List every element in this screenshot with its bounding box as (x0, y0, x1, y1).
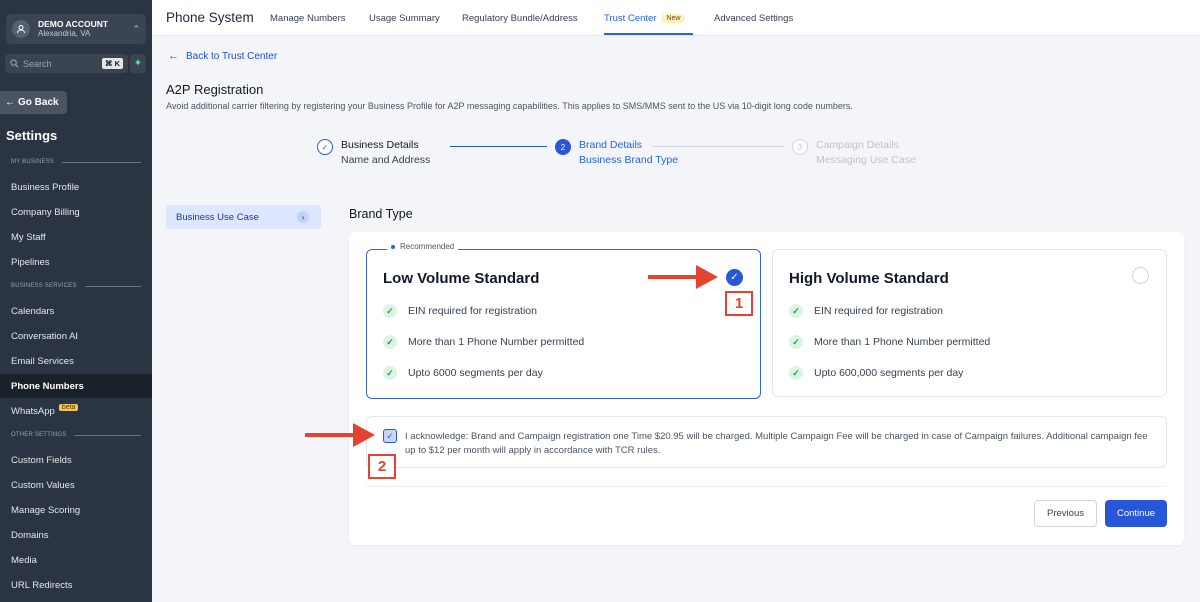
step-desc: Name and Address (341, 154, 431, 166)
feature-item: ✓ EIN required for registration (383, 304, 537, 318)
annotation-label-2: 2 (368, 454, 396, 479)
recommended-badge: Recommended (387, 242, 459, 251)
chevron-updown-icon: ⌃ (132, 23, 140, 34)
sidebar-item-conversation-ai[interactable]: Conversation AI (0, 324, 152, 348)
tab-trust-center[interactable]: Trust Center New (604, 13, 686, 24)
tab-manage-numbers[interactable]: Manage Numbers (270, 13, 346, 24)
back-to-trust-center-link[interactable]: ← Back to Trust Center (168, 50, 277, 62)
high-volume-standard-card[interactable]: High Volume Standard ✓ EIN required for r… (772, 249, 1167, 397)
check-icon: ✓ (383, 304, 397, 318)
section-header-business-services: BUSINESS SERVICES (11, 283, 141, 289)
acknowledge-box: ✓ I acknowledge: Brand and Campaign regi… (366, 416, 1167, 468)
step-title: Business Details (341, 139, 419, 151)
acknowledge-checkbox[interactable]: ✓ (383, 429, 397, 443)
sidebar-item-custom-values[interactable]: Custom Values (0, 473, 152, 497)
check-icon: ✓ (789, 304, 803, 318)
business-use-case-label: Business Use Case (176, 211, 259, 223)
step-business-details: ✓ Business Details Name and Address (317, 138, 430, 168)
tab-advanced-settings[interactable]: Advanced Settings (714, 13, 793, 24)
selected-radio-check-icon[interactable]: ✓ (726, 269, 743, 286)
sidebar-item-manage-scoring[interactable]: Manage Scoring (0, 498, 152, 522)
check-icon: ✓ (789, 335, 803, 349)
divider (366, 486, 1167, 487)
account-name: DEMO ACCOUNT (38, 19, 109, 29)
unselected-radio[interactable] (1132, 267, 1149, 284)
feature-item: ✓ Upto 6000 segments per day (383, 366, 543, 380)
tab-regulatory-bundle[interactable]: Regulatory Bundle/Address (462, 13, 578, 24)
tab-trust-center-label: Trust Center (604, 13, 657, 24)
arrow-left-icon: ← (5, 97, 15, 108)
step-campaign-details: 3 Campaign Details Messaging Use Case (792, 138, 916, 168)
section-header-my-business: MY BUSINESS (11, 159, 141, 165)
go-back-button[interactable]: ← Go Back (0, 91, 67, 114)
feature-item: ✓ More than 1 Phone Number permitted (383, 335, 584, 349)
arrow-left-icon: ← (168, 50, 179, 62)
back-link-label: Back to Trust Center (186, 50, 278, 62)
step-desc: Messaging Use Case (816, 154, 916, 166)
card-title: Low Volume Standard (383, 270, 540, 287)
sidebar: DEMO ACCOUNT Alexandria, VA ⌃ Search ⌘ K… (0, 0, 152, 602)
check-icon: ✓ (789, 366, 803, 380)
sidebar-item-email-services[interactable]: Email Services (0, 349, 152, 373)
new-badge: New (661, 14, 686, 23)
check-icon: ✓ (383, 335, 397, 349)
active-tab-indicator (604, 33, 693, 35)
step-brand-details: 2 Brand Details Business Brand Type (555, 138, 678, 168)
annotation-arrow-right-icon (648, 265, 718, 289)
previous-button[interactable]: Previous (1034, 500, 1097, 527)
sidebar-item-domains[interactable]: Domains (0, 523, 152, 547)
settings-title: Settings (6, 128, 58, 143)
acknowledge-text: I acknowledge: Brand and Campaign regist… (405, 431, 1148, 456)
beta-badge: beta (58, 403, 79, 411)
search-shortcut: ⌘ K (102, 58, 123, 69)
chevron-right-icon: › (297, 211, 309, 223)
step-number: 2 (555, 139, 571, 155)
card-title: High Volume Standard (789, 270, 949, 287)
step-title: Campaign Details (816, 139, 899, 151)
sidebar-item-business-profile[interactable]: Business Profile (0, 175, 152, 199)
feature-item: ✓ More than 1 Phone Number permitted (789, 335, 990, 349)
continue-button[interactable]: Continue (1105, 500, 1167, 527)
top-bar: Phone System Manage Numbers Usage Summar… (152, 0, 1200, 36)
account-switcher[interactable]: DEMO ACCOUNT Alexandria, VA ⌃ (6, 14, 146, 44)
tab-usage-summary[interactable]: Usage Summary (369, 13, 440, 24)
step-number: 3 (792, 139, 808, 155)
sidebar-item-url-redirects[interactable]: URL Redirects (0, 573, 152, 597)
check-icon: ✓ (383, 366, 397, 380)
page-subtitle: Avoid additional carrier filtering by re… (166, 101, 853, 111)
search-input[interactable]: Search ⌘ K (5, 54, 128, 73)
account-icon (12, 20, 30, 38)
step-connector (450, 146, 547, 147)
step-connector (653, 146, 785, 147)
sidebar-item-my-staff[interactable]: My Staff (0, 225, 152, 249)
brand-type-heading: Brand Type (349, 207, 413, 221)
check-icon: ✓ (317, 139, 333, 155)
sidebar-item-media[interactable]: Media (0, 548, 152, 572)
app-title: Phone System (166, 10, 254, 25)
sidebar-item-custom-fields[interactable]: Custom Fields (0, 448, 152, 472)
annotation-label-1: 1 (725, 291, 753, 316)
feature-item: ✓ EIN required for registration (789, 304, 943, 318)
go-back-label: Go Back (18, 97, 59, 108)
sidebar-item-whatsapp[interactable]: WhatsApp beta (0, 399, 152, 423)
account-location: Alexandria, VA (38, 29, 91, 38)
sidebar-item-phone-numbers[interactable]: Phone Numbers (0, 374, 152, 398)
business-use-case-tab[interactable]: Business Use Case › (166, 205, 321, 229)
sidebar-item-company-billing[interactable]: Company Billing (0, 200, 152, 224)
sidebar-item-calendars[interactable]: Calendars (0, 299, 152, 323)
section-header-other-settings: OTHER SETTINGS (11, 432, 141, 438)
search-placeholder: Search (23, 58, 52, 69)
step-desc: Business Brand Type (579, 154, 679, 166)
sidebar-item-pipelines[interactable]: Pipelines (0, 250, 152, 274)
feature-item: ✓ Upto 600,000 segments per day (789, 366, 963, 380)
page-title: A2P Registration (166, 82, 264, 97)
annotation-arrow-right-icon (305, 423, 375, 447)
search-icon (10, 59, 19, 68)
quick-action-icon[interactable]: ✦ (130, 54, 146, 73)
